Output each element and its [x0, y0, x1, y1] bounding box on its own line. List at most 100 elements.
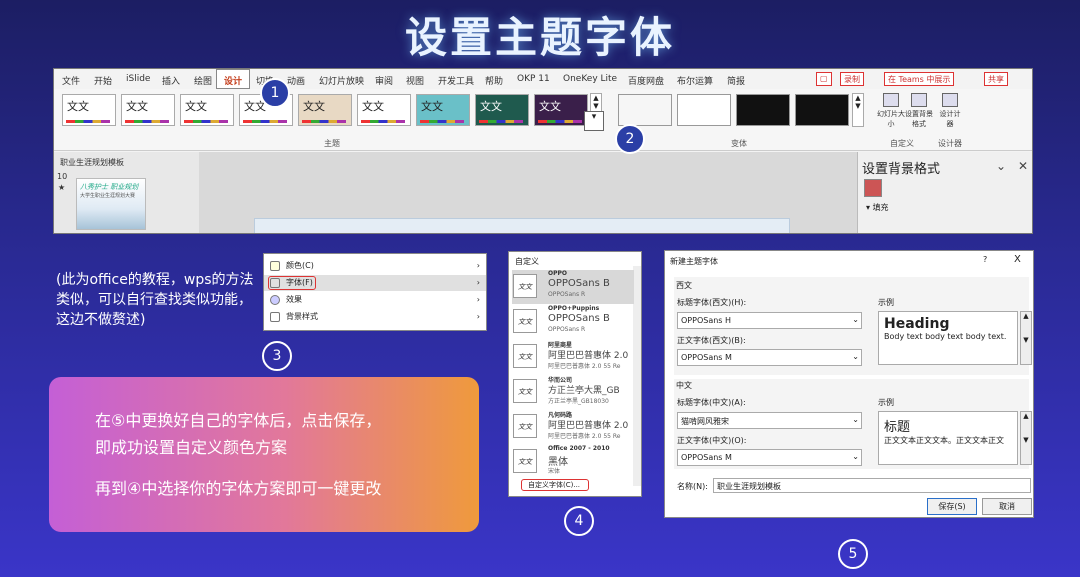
heading-western-select[interactable]: OPPOSans H ⌄ [677, 312, 862, 329]
chevron-down-icon[interactable]: ⌄ [996, 159, 1006, 173]
menu-animations[interactable]: 动画 [287, 74, 305, 87]
instruction-line-2: 即成功设置自定义颜色方案 [95, 438, 288, 457]
share-button[interactable]: 共享 [984, 72, 1008, 86]
menu-help[interactable]: 帮助 [485, 74, 503, 87]
group-designer-label: 设计器 [938, 139, 962, 148]
format-background-button[interactable]: 设置背景格式 [904, 93, 934, 129]
theme-option[interactable]: 文文 [298, 94, 352, 126]
theme-option[interactable]: 文文 [62, 94, 116, 126]
menu-developer[interactable]: 开发工具 [438, 74, 474, 87]
star-icon: ★ [58, 183, 66, 192]
step-marker-5: 5 [838, 539, 868, 569]
menu-file[interactable]: 文件 [62, 74, 80, 87]
name-input[interactable]: 职业生涯规划模板 [713, 478, 1031, 493]
instruction-line-3: 再到④中选择你的字体方案即可一键更改 [95, 479, 382, 498]
menu-item-colors[interactable]: 颜色(C) › [264, 258, 486, 274]
menu-baidu[interactable]: 百度网盘 [628, 74, 664, 87]
help-icon[interactable]: ? [983, 255, 987, 264]
font-scheme-item[interactable]: 文文 OPPO OPPOSans B OPPOSans R [512, 270, 634, 304]
group-variant-label: 变体 [731, 139, 747, 148]
chinese-preview: 标题 正文文本正文文本。正文文本正文 [878, 411, 1018, 465]
font-scheme-item[interactable]: 文文 阿里商星 阿里巴巴普惠体 2.0 阿里巴巴普惠体 2.0 55 Re [512, 340, 634, 374]
font-preview-icon: 文文 [513, 379, 537, 403]
theme-option[interactable]: 文文 [180, 94, 234, 126]
section-title: 职业生涯规划模板 [60, 158, 124, 167]
menu-view[interactable]: 视图 [406, 74, 424, 87]
font-scheme-item[interactable]: 文文 华而公司 方正兰亭大黑_GB 方正兰亭黑_GB18030 [512, 375, 634, 409]
ribbon-screenshot: 文件 开始 iSlide 插入 绘图 设计 切换 动画 幻灯片放映 审阅 视图 … [53, 68, 1033, 234]
menu-insert[interactable]: 插入 [162, 74, 180, 87]
new-theme-fonts-dialog: 新建主题字体 ? X 西文 标题字体(西文)(H): OPPOSans H ⌄ 正… [664, 250, 1034, 518]
menu-review[interactable]: 审阅 [375, 74, 393, 87]
format-background-icon [911, 93, 927, 107]
font-preview-icon: 文文 [513, 414, 537, 438]
instruction-line-1: 在⑤中更换好自己的字体后，点击保存， [95, 411, 382, 430]
western-section: 西文 标题字体(西文)(H): OPPOSans H ⌄ 正文字体(西文)(B):… [674, 277, 1032, 375]
slide-canvas[interactable] [199, 152, 857, 233]
menu-slideshow[interactable]: 幻灯片放映 [319, 74, 364, 87]
menu-item-background-style[interactable]: 背景样式 › [264, 309, 486, 325]
sample-label: 示例 [878, 298, 894, 307]
theme-option[interactable]: 文文 [534, 94, 588, 126]
menu-draw[interactable]: 绘图 [194, 74, 212, 87]
designer-button[interactable]: 设计计器 [938, 93, 962, 129]
sample-label: 示例 [878, 398, 894, 407]
group-custom-label: 自定义 [890, 139, 914, 148]
menu-brief[interactable]: 简报 [727, 74, 745, 87]
variant-option[interactable] [795, 94, 849, 126]
font-scheme-item[interactable]: 文文 凡何码路 阿里巴巴普惠体 2.0 阿里巴巴普惠体 2.0 55 Re [512, 410, 634, 444]
fill-section[interactable]: ▾ 填充 [866, 202, 889, 213]
variant-option[interactable] [677, 94, 731, 126]
cancel-button[interactable]: 取消 [982, 498, 1032, 515]
close-icon[interactable]: ✕ [1018, 159, 1028, 173]
menu-onekey[interactable]: OneKey Lite [563, 74, 617, 84]
close-icon[interactable]: X [1014, 254, 1021, 265]
variant-option[interactable] [618, 94, 672, 126]
slide-size-button[interactable]: 幻灯片大小 [876, 93, 906, 129]
slide-size-icon [883, 93, 899, 107]
body-chinese-select[interactable]: OPPOSans M ⌄ [677, 449, 862, 466]
chevron-down-icon: ⌄ [852, 352, 859, 361]
variant-option[interactable] [736, 94, 790, 126]
group-theme-label: 主题 [324, 139, 340, 148]
teams-present-button[interactable]: 在 Teams 中展示 [884, 72, 955, 86]
font-preview-icon: 文文 [513, 344, 537, 368]
font-scheme-item[interactable]: 文文 OPPO+Puppins OPPOSans B OPPOSans R [512, 305, 634, 339]
scrollbar[interactable] [633, 266, 641, 486]
menu-bar: 文件 开始 iSlide 插入 绘图 设计 切换 动画 幻灯片放映 审阅 视图 … [54, 69, 1032, 89]
slide-thumbnail-pane: 职业生涯规划模板 10 ★ 八秀护士 职业规划 大学生职业生涯规划大赛 [54, 152, 199, 233]
preview-scrollbar[interactable]: ▲ ▼ [1020, 311, 1032, 365]
theme-option[interactable]: 文文 [357, 94, 411, 126]
step-marker-4: 4 [564, 506, 594, 536]
menu-item-effects[interactable]: 效果 › [264, 292, 486, 308]
font-scheme-item[interactable]: 文文 Office 2007 - 2010 黑体 宋体 [512, 445, 634, 479]
menu-boolean[interactable]: 布尔运算 [677, 74, 713, 87]
custom-fonts-button[interactable]: 自定义字体(C)... [521, 479, 589, 491]
variant-scroll[interactable]: ▲ ▼ [852, 93, 864, 127]
slide-thumbnail[interactable]: 八秀护士 职业规划 大学生职业生涯规划大赛 [76, 178, 146, 230]
paint-bucket-icon[interactable] [864, 179, 882, 197]
preview-scrollbar[interactable]: ▲ ▼ [1020, 411, 1032, 465]
chinese-label: 中文 [676, 381, 692, 390]
font-scheme-list: 自定义 文文 OPPO OPPOSans B OPPOSans R 文文 OPP… [508, 251, 642, 497]
step-marker-1: 1 [260, 78, 290, 108]
theme-expand-button[interactable]: ▾ [584, 111, 604, 131]
theme-option[interactable]: 文文 [416, 94, 470, 126]
font-preview-icon: 文文 [513, 309, 537, 333]
page-title: 设置主题字体 [404, 13, 675, 62]
body-western-select[interactable]: OPPOSans M ⌄ [677, 349, 862, 366]
design-toolbar: 文文 文文 文文 文文 文文 文文 文文 文文 文文 ▲ ▼ ▾ 主题 ▲ ▼ 变体… [54, 89, 1032, 151]
heading-chinese-select[interactable]: 猫啃网风雅宋 ⌄ [677, 412, 862, 429]
menu-okp[interactable]: OKP 11 [517, 74, 550, 84]
theme-option[interactable]: 文文 [121, 94, 175, 126]
dialog-title: 新建主题字体 [670, 257, 718, 266]
theme-option[interactable]: 文文 [475, 94, 529, 126]
menu-home[interactable]: 开始 [94, 74, 112, 87]
comment-button[interactable]: ▢ [816, 72, 832, 86]
menu-islide[interactable]: iSlide [126, 74, 150, 84]
menu-design[interactable]: 设计 [224, 74, 242, 87]
step-marker-3: 3 [262, 341, 292, 371]
save-button[interactable]: 保存(S) [927, 498, 977, 515]
highlight-box [268, 276, 316, 290]
record-button[interactable]: 录制 [840, 72, 864, 86]
